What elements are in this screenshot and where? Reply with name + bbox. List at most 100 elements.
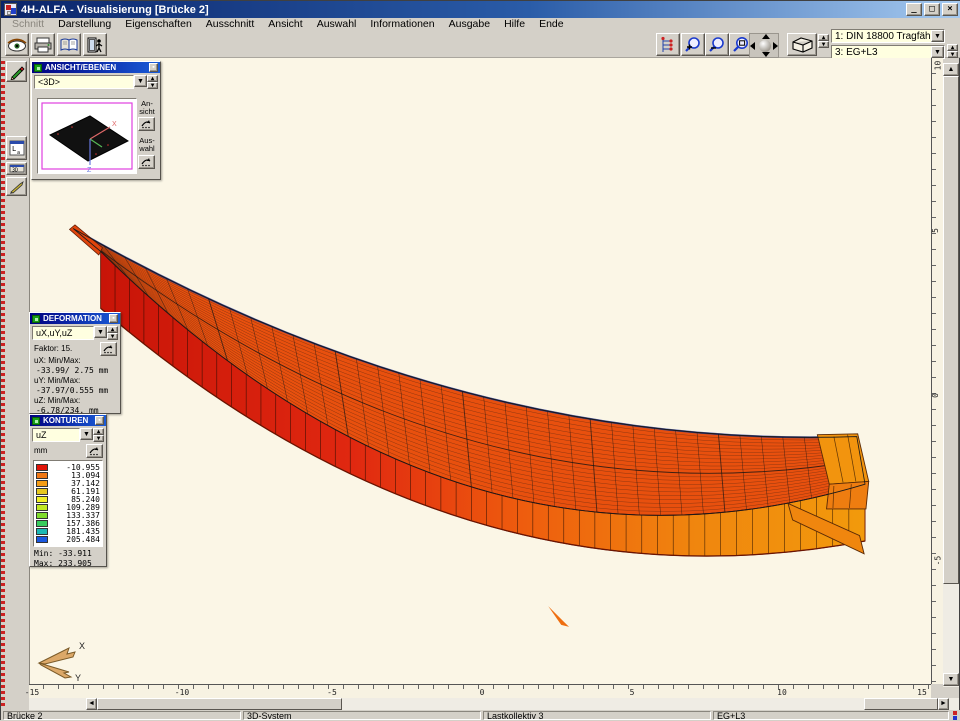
- title-bar[interactable]: 4H-ALFA - Visualisierung [Brücke 2] _ □ …: [1, 1, 960, 18]
- menu-item-darstellung[interactable]: Darstellung: [51, 18, 118, 31]
- spin-up-icon[interactable]: ▲: [107, 326, 118, 333]
- legend-color-swatch: [36, 488, 48, 495]
- spin-down-icon[interactable]: ▼: [93, 435, 104, 442]
- scroll-left-icon[interactable]: ◄: [86, 698, 97, 710]
- legend-max: Max: 233.905: [30, 559, 106, 569]
- panel-icon: [32, 417, 40, 425]
- component-dropdown-icon[interactable]: ▼: [80, 428, 93, 440]
- spin-down-icon[interactable]: ▼: [147, 82, 158, 89]
- view-combobox[interactable]: <3D> ▼ ▲▼: [34, 75, 158, 89]
- zoom-out-button[interactable]: [705, 33, 729, 56]
- legend-color-swatch: [36, 520, 48, 527]
- panel-close-icon[interactable]: ▪: [149, 63, 158, 72]
- close-button[interactable]: ×: [942, 3, 958, 16]
- unit-apply-button[interactable]: [86, 444, 103, 458]
- menu-item-ende[interactable]: Ende: [532, 18, 571, 31]
- menu-item-informationen[interactable]: Informationen: [363, 18, 441, 31]
- combination-spinner[interactable]: ▲ ▼: [947, 44, 958, 58]
- horizontal-scrollbar[interactable]: ◄ ►: [29, 698, 959, 710]
- vertical-ruler: 1050-5: [931, 58, 943, 684]
- ansicht-apply-button[interactable]: [138, 117, 155, 131]
- panel-close-icon[interactable]: ▪: [95, 416, 104, 425]
- scroll-right-icon[interactable]: ►: [938, 698, 949, 710]
- panel-icon: [32, 315, 40, 323]
- spin-down-icon[interactable]: ▼: [947, 51, 958, 58]
- vertical-scroll-thumb[interactable]: [943, 76, 959, 584]
- spin-up-icon[interactable]: ▲: [93, 428, 104, 435]
- svg-text:Z: Z: [87, 167, 92, 173]
- menu-item-eigenschaften[interactable]: Eigenschaften: [118, 18, 199, 31]
- horizontal-scroll-thumb[interactable]: [97, 698, 342, 710]
- combination-dropdown-icon[interactable]: ▼: [931, 46, 944, 58]
- svg-text:L: L: [12, 145, 16, 153]
- panel-icon: [34, 64, 42, 72]
- view-dropdown-icon[interactable]: ▼: [134, 75, 147, 87]
- drawing-canvas[interactable]: [29, 58, 931, 684]
- deformation-panel: DEFORMATION ▪ uX,uY,uZ ▼ ▲▼ Faktor: 15. …: [29, 312, 121, 414]
- ansicht-label: An- sicht: [135, 100, 159, 115]
- view-preview[interactable]: X Z: [37, 98, 137, 174]
- panel-title-bar[interactable]: KONTUREN ▪: [30, 415, 106, 426]
- status-combination: EG+L3: [713, 711, 949, 720]
- v-ruler-label: -5: [933, 556, 942, 566]
- menu-item-ansicht[interactable]: Ansicht: [261, 18, 309, 31]
- status-bar: Brücke 2 3D-System Lastkollektiv 3 EG+L3: [1, 710, 960, 721]
- exit-door-button[interactable]: [83, 33, 107, 56]
- pan-right-icon[interactable]: [773, 42, 778, 50]
- panel-title-bar[interactable]: ANSICHT/EBENEN ▪: [32, 62, 160, 73]
- horizontal-scroll-segment[interactable]: [864, 698, 938, 710]
- mini-window-button[interactable]: 3D: [6, 162, 27, 175]
- menu-item-auswahl[interactable]: Auswahl: [310, 18, 364, 31]
- spin-down-icon[interactable]: ▼: [818, 41, 829, 48]
- maximize-button[interactable]: □: [924, 3, 940, 16]
- horizontal-ruler: -15-10-5051015: [29, 684, 931, 698]
- view-eye-button[interactable]: [5, 33, 29, 56]
- menu-item-ausgabe[interactable]: Ausgabe: [442, 18, 497, 31]
- view-box-spinner[interactable]: ▲ ▼: [818, 34, 829, 48]
- edit-pen-button[interactable]: [6, 61, 27, 82]
- app-icon: [4, 3, 17, 16]
- tool-pen-button[interactable]: [6, 177, 27, 196]
- menu-item-ausschnitt[interactable]: Ausschnitt: [199, 18, 261, 31]
- panel-title-bar[interactable]: DEFORMATION ▪: [30, 313, 120, 324]
- view-box-button[interactable]: [787, 33, 817, 56]
- spin-down-icon[interactable]: ▼: [107, 333, 118, 340]
- h-ruler-label: -5: [327, 688, 337, 697]
- faktor-apply-button[interactable]: [100, 342, 117, 356]
- panel-close-icon[interactable]: ▪: [109, 314, 118, 323]
- minimize-button[interactable]: _: [906, 3, 922, 16]
- h-ruler-label: -10: [175, 688, 189, 697]
- zoom-in-button[interactable]: [681, 33, 705, 56]
- h-ruler-label: 15: [917, 688, 927, 697]
- legend-color-swatch: [36, 512, 48, 519]
- legend-color-swatch: [36, 480, 48, 487]
- vertical-scrollbar[interactable]: ▲ ▼: [943, 63, 959, 687]
- spin-up-icon[interactable]: ▲: [947, 44, 958, 51]
- v-ruler-label: 0: [931, 393, 940, 398]
- scroll-up-icon[interactable]: ▲: [943, 63, 959, 76]
- h-ruler-label: 0: [480, 688, 485, 697]
- manual-book-button[interactable]: [57, 33, 81, 56]
- load-case-combobox[interactable]: 1: DIN 18800 Tragfähigkeit (Th ▼: [831, 29, 945, 43]
- pan-left-icon[interactable]: [750, 42, 755, 50]
- pan-up-icon[interactable]: [762, 34, 770, 39]
- pan-control[interactable]: [749, 33, 779, 58]
- legend-color-swatch: [36, 472, 48, 479]
- scroll-down-icon[interactable]: ▼: [943, 673, 959, 686]
- konturen-component-combobox[interactable]: uZ ▼ ▲▼: [32, 428, 104, 442]
- auswahl-apply-button[interactable]: [138, 155, 155, 169]
- pan-down-icon[interactable]: [762, 52, 770, 57]
- structure-tree-button[interactable]: [656, 33, 680, 56]
- combination-combobox[interactable]: 3: EG+L3 ▼: [831, 45, 945, 59]
- pan-ball-icon[interactable]: [759, 40, 771, 52]
- load-case-value: 1: DIN 18800 Tragfähigkeit (Th: [832, 31, 931, 42]
- load-case-dropdown-icon[interactable]: ▼: [931, 30, 944, 42]
- spin-up-icon[interactable]: ▲: [147, 75, 158, 82]
- spin-up-icon[interactable]: ▲: [818, 34, 829, 41]
- print-button[interactable]: [31, 33, 55, 56]
- legend-window-button[interactable]: La: [6, 136, 27, 160]
- menu-item-hilfe[interactable]: Hilfe: [497, 18, 532, 31]
- component-dropdown-icon[interactable]: ▼: [94, 326, 107, 338]
- deformation-component-combobox[interactable]: uX,uY,uZ ▼ ▲▼: [32, 326, 118, 340]
- legend-min: Min: -33.911: [30, 549, 106, 559]
